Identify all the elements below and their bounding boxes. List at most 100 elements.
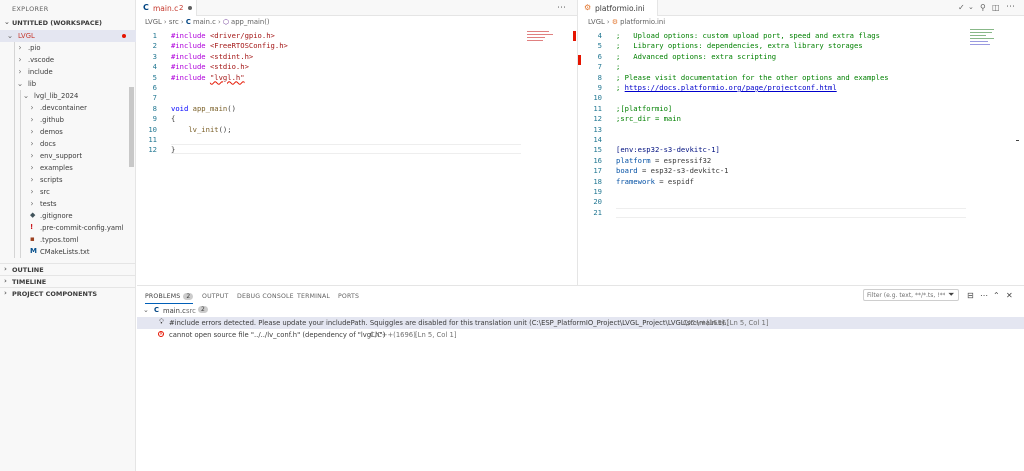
- sidebar-title: EXPLORER: [12, 5, 49, 13]
- code-line: 1 #include <driver/gpio.h>: [137, 31, 577, 41]
- code-text: #include <driver/gpio.h>: [171, 31, 275, 40]
- tree-item-label: CMakeLists.txt: [40, 248, 90, 256]
- tab-main-c[interactable]: C main.c 2: [137, 0, 197, 16]
- tree-item[interactable]: ⌄ lib: [0, 78, 128, 90]
- code-line: 15 [env:esp32-s3-devkitc-1]: [578, 145, 978, 155]
- problem-message: cannot open source file "../../lv_conf.h…: [169, 331, 386, 339]
- code-line: 20: [578, 197, 978, 207]
- line-number: 14: [593, 135, 602, 144]
- tree-item-label: env_support: [40, 152, 83, 160]
- breadcrumb-item[interactable]: app_main(): [231, 18, 269, 26]
- minimap[interactable]: [527, 31, 567, 43]
- code-line: 3 #include <stdint.h>: [137, 52, 577, 62]
- code-line: 9{: [137, 114, 577, 124]
- line-number: 7: [152, 93, 157, 103]
- breadcrumb-item[interactable]: LVGL: [588, 18, 605, 26]
- line-number: 20: [593, 197, 602, 207]
- line-number: 1: [152, 31, 157, 40]
- code-line: 12 ;src_dir = main: [578, 114, 978, 124]
- outline-label: OUTLINE: [12, 266, 44, 274]
- chevron-right-icon: ›: [30, 127, 34, 136]
- current-line-highlight: [616, 208, 966, 218]
- tree-item[interactable]: › .pio: [0, 42, 128, 54]
- code-editor[interactable]: 1 #include <driver/gpio.h> 2 #include <Free…: [137, 31, 577, 161]
- line-number: 9: [152, 114, 157, 124]
- code-text: #include <stdint.h>: [171, 51, 254, 61]
- code-editor[interactable]: 4 ; Upload options: custom upload port, s…: [578, 31, 978, 221]
- tree-root-lvgl[interactable]: ⌄ LVGL: [0, 30, 136, 42]
- chevron-right-icon: ›: [18, 55, 22, 64]
- more-actions-icon[interactable]: ⋯: [980, 291, 988, 300]
- indent-guide: [14, 42, 15, 258]
- split-editor-icon[interactable]: ◫: [992, 3, 1000, 12]
- more-actions-icon[interactable]: ⋯: [557, 3, 566, 13]
- close-icon[interactable]: ✕: [1006, 291, 1013, 300]
- breadcrumb-item[interactable]: platformio.ini: [620, 18, 665, 26]
- code-text: #include "lvgl.h": [171, 72, 245, 82]
- tree-item[interactable]: › .vscode: [0, 54, 128, 66]
- chevron-up-icon[interactable]: ⌃: [993, 291, 1000, 300]
- tree-item-label: include: [28, 68, 53, 76]
- pin-icon[interactable]: ⚲: [980, 3, 986, 12]
- tab-terminal[interactable]: TERMINAL: [297, 293, 330, 300]
- unsaved-dot-icon[interactable]: [188, 6, 192, 10]
- line-number: 4: [597, 31, 602, 40]
- project-components-section[interactable]: › PROJECT COMPONENTS: [0, 287, 136, 300]
- collapse-all-icon[interactable]: ⊟: [967, 291, 974, 300]
- breadcrumb: LVGL › ⚙ platformio.ini: [588, 18, 666, 26]
- tab-label: main.c: [153, 4, 179, 13]
- chevron-right-icon: ›: [4, 277, 7, 285]
- explorer-sidebar: EXPLORER ⌄ UNTITLED (WORKSPACE) ⌄ LVGL ›…: [0, 0, 136, 471]
- tree-item-label: .pio: [28, 44, 41, 52]
- editor-group-right: ⚙ platformio.ini ✓ ⌄ ⚲ ◫ ⋯ LVGL › ⚙ plat…: [578, 0, 1024, 285]
- code-text: ; Upload options: custom upload port, sp…: [616, 31, 880, 40]
- tab-problems[interactable]: PROBLEMS 2: [145, 293, 194, 304]
- code-line: 6 ; Advanced options: extra scripting: [578, 52, 978, 62]
- problem-count-badge: 2: [198, 306, 208, 313]
- chevron-down-icon: ⌄: [143, 306, 149, 314]
- minimap[interactable]: [970, 29, 1000, 53]
- yaml-icon: !: [30, 223, 34, 231]
- line-number: 17: [593, 166, 602, 176]
- tree-item[interactable]: › include: [0, 66, 128, 78]
- line-number: 3: [152, 51, 157, 61]
- tree-item-label: lvgl_lib_2024: [34, 92, 79, 100]
- line-number: 18: [593, 176, 602, 186]
- chevron-right-icon: ›: [30, 187, 34, 196]
- tab-ports[interactable]: PORTS: [338, 293, 359, 300]
- more-actions-icon[interactable]: ⋯: [1006, 2, 1015, 12]
- tab-debug-console[interactable]: DEBUG CONSOLE: [237, 293, 294, 300]
- cube-icon: ⬡: [222, 18, 229, 26]
- chevron-right-icon: ›: [30, 199, 34, 208]
- code-line: 6: [137, 83, 577, 93]
- problems-count-badge: 2: [183, 293, 194, 300]
- problem-file-row[interactable]: ⌄ C main.c src 2: [137, 305, 1024, 317]
- filter-placeholder: Filter (e.g. text, **/*.ts, !**/...: [867, 292, 945, 299]
- problems-filter-input[interactable]: Filter (e.g. text, **/*.ts, !**/... ⏷: [863, 289, 959, 301]
- filter-icon[interactable]: ⏷: [948, 290, 954, 300]
- lightbulb-icon: 💡︎: [159, 318, 164, 326]
- breadcrumb-item[interactable]: src: [169, 18, 179, 26]
- breadcrumb-item[interactable]: main.c: [193, 18, 216, 26]
- chevron-down-icon[interactable]: ⌄: [968, 3, 974, 11]
- code-line: 19: [578, 187, 978, 197]
- code-text: ;src_dir = main: [616, 114, 681, 124]
- breadcrumb-item[interactable]: LVGL: [145, 18, 162, 26]
- workspace-label: UNTITLED (WORKSPACE): [12, 19, 103, 27]
- problem-row[interactable]: 💡︎ #include errors detected. Please upda…: [137, 317, 1024, 329]
- workspace-header[interactable]: ⌄ UNTITLED (WORKSPACE): [0, 17, 136, 29]
- tab-output[interactable]: OUTPUT: [202, 293, 228, 300]
- problem-file-name: main.c: [163, 307, 186, 315]
- tab-platformio-ini[interactable]: ⚙ platformio.ini: [578, 0, 658, 16]
- line-number: 10: [148, 124, 157, 134]
- chevron-right-icon: ›: [30, 163, 34, 172]
- code-line: 2 #include <FreeRTOSConfig.h>: [137, 41, 577, 51]
- toml-icon: ▪: [30, 235, 35, 243]
- code-line: 18 framework = espidf: [578, 177, 978, 187]
- checkmark-icon[interactable]: ✓: [958, 3, 965, 12]
- line-number: 5: [597, 41, 602, 51]
- tree-item-label: .pre-commit-config.yaml: [40, 224, 124, 232]
- problem-row[interactable]: × cannot open source file "../../lv_conf…: [137, 329, 1024, 341]
- chevron-right-icon: ›: [30, 151, 34, 160]
- line-number: 19: [593, 187, 602, 196]
